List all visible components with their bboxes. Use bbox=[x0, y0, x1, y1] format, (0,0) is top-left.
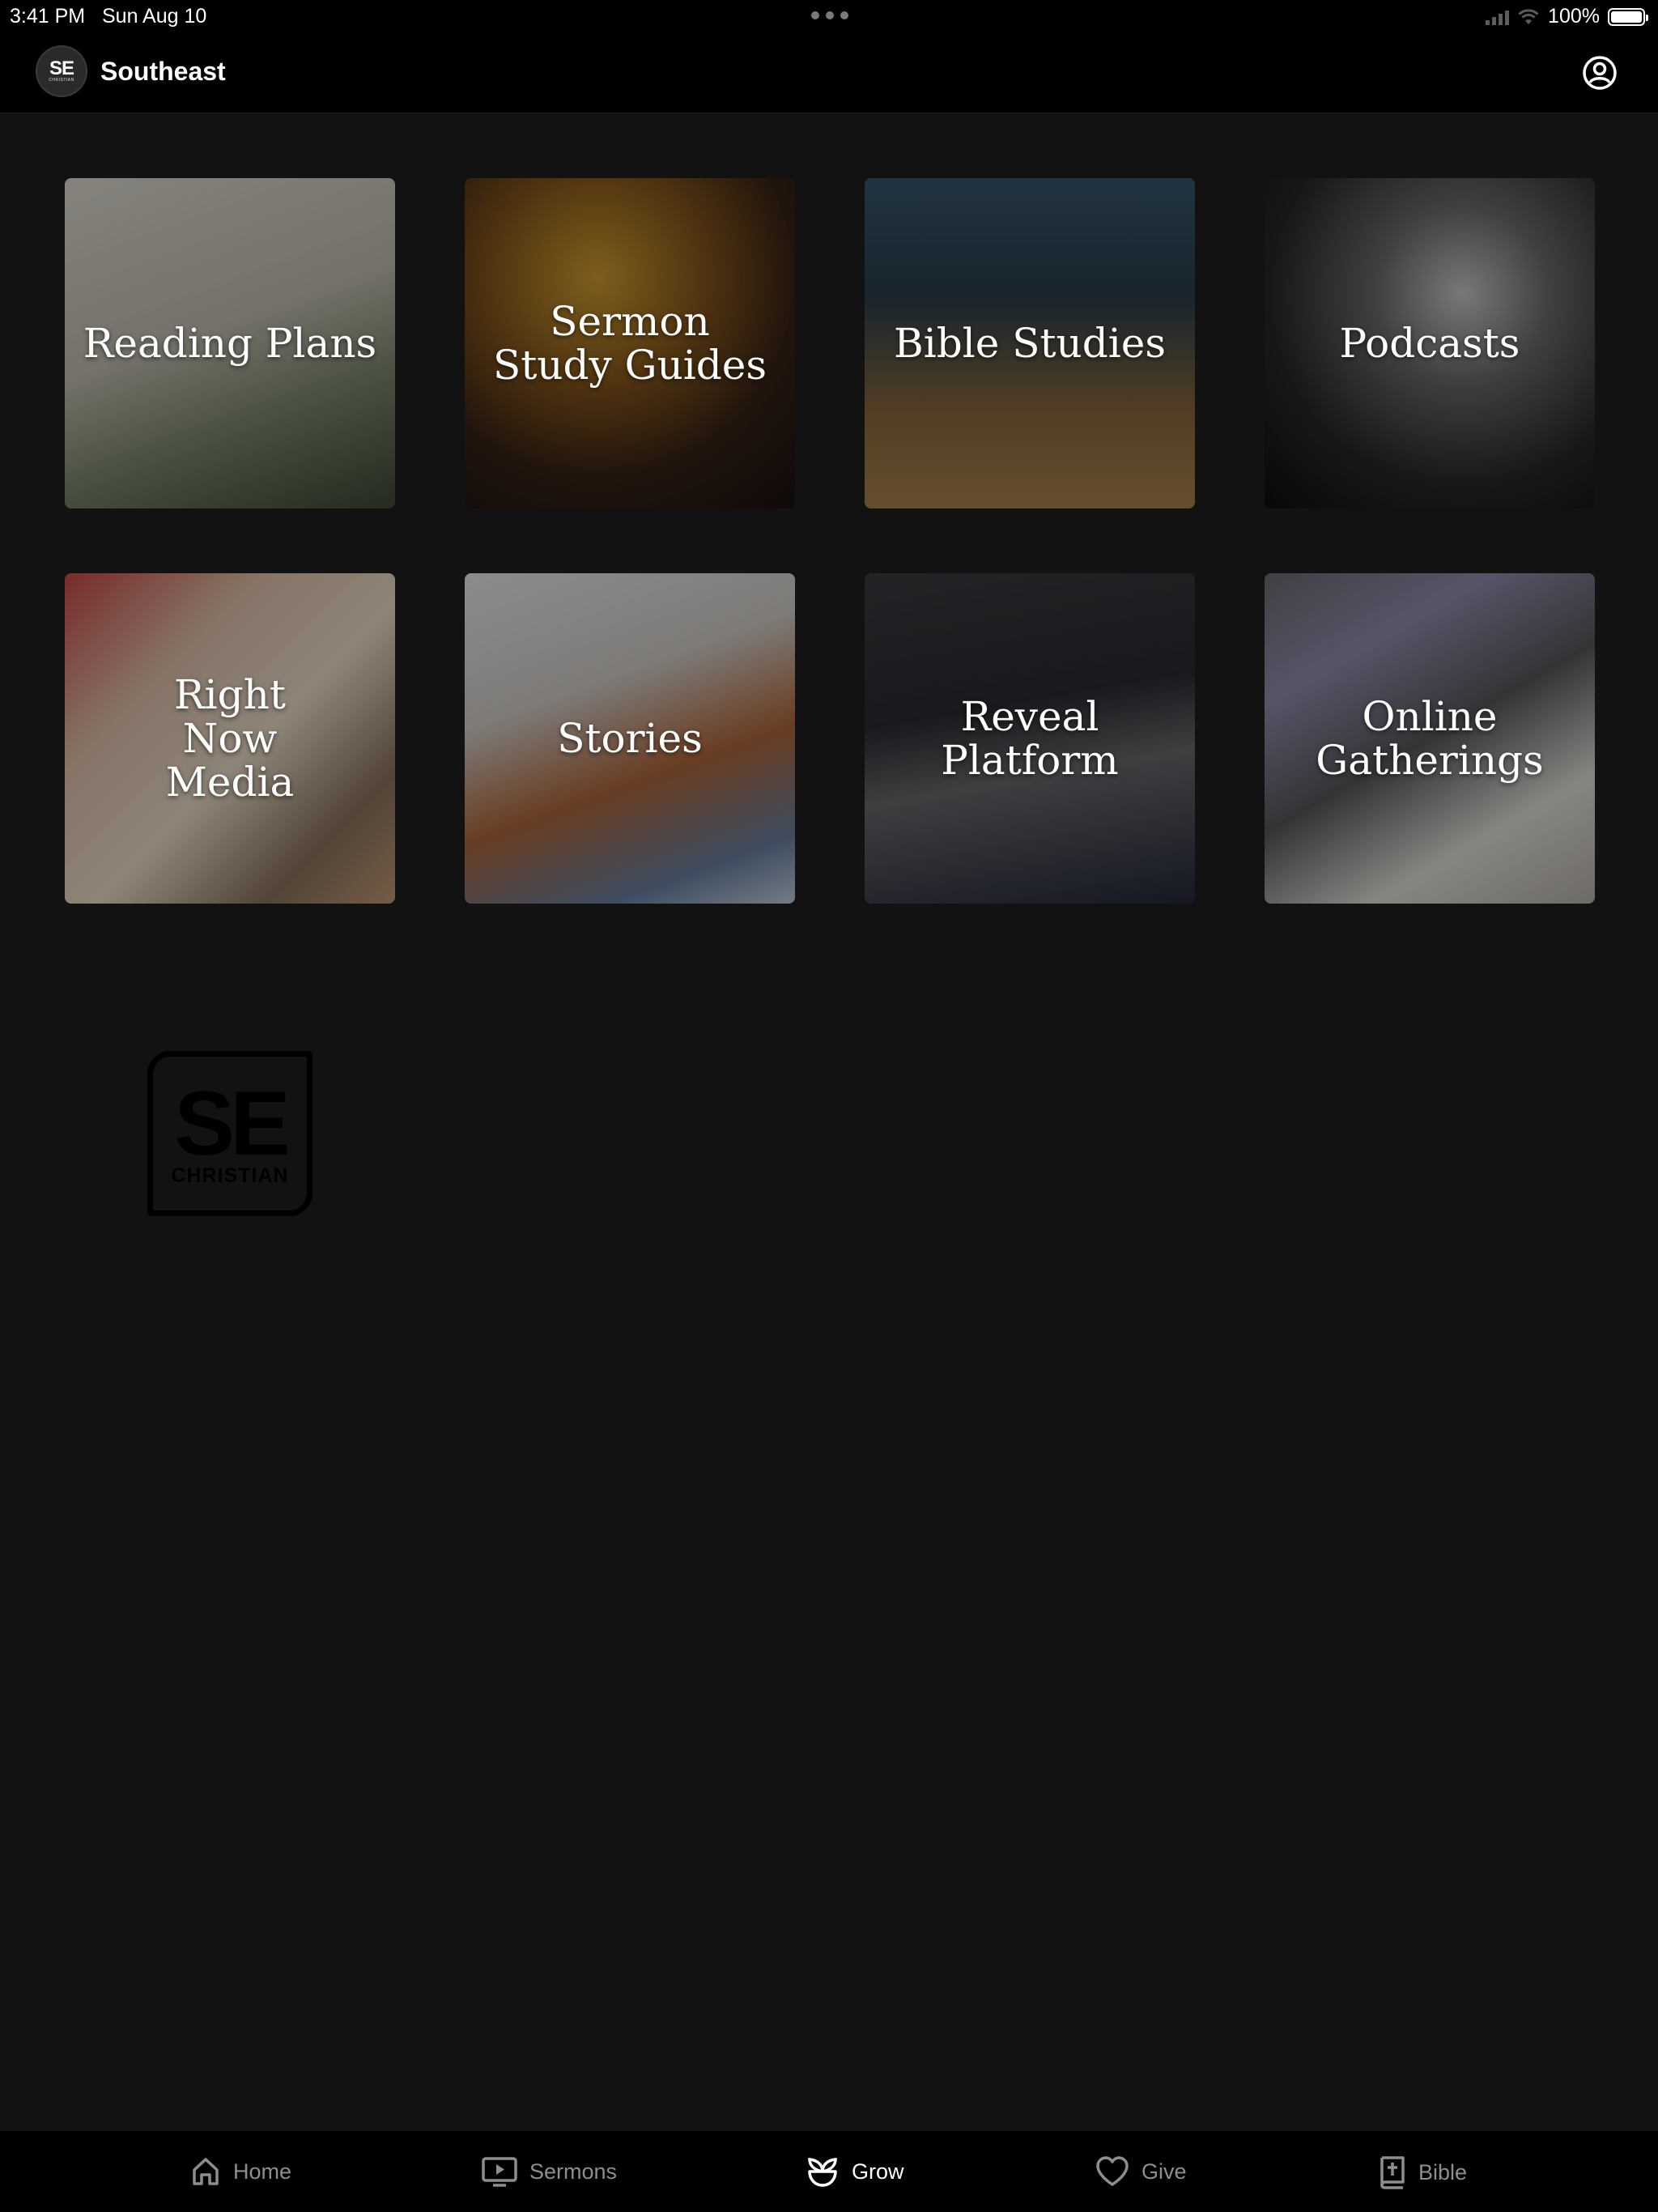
logo-subtext: CHRISTIAN bbox=[49, 78, 74, 83]
bible-icon bbox=[1380, 2156, 1405, 2189]
tile-bible-studies[interactable]: Bible Studies bbox=[865, 178, 1195, 508]
church-logo[interactable]: SE CHRISTIAN bbox=[36, 45, 87, 97]
tile-label: Podcasts bbox=[1339, 320, 1520, 367]
tile-reading-plans[interactable]: Reading Plans bbox=[65, 178, 395, 508]
battery-percent: 100% bbox=[1548, 5, 1600, 28]
footer-logo-subtext: CHRISTIAN bbox=[171, 1163, 289, 1187]
user-circle-icon bbox=[1583, 56, 1617, 90]
tile-label: Online Gatherings bbox=[1316, 693, 1544, 784]
tab-label: Give bbox=[1141, 2159, 1187, 2184]
grow-tile-grid: Reading Plans Sermon Study Guides Bible … bbox=[65, 178, 1595, 904]
tab-home[interactable]: Home bbox=[189, 2155, 291, 2188]
app-header: SE CHRISTIAN Southeast bbox=[0, 32, 1658, 113]
tile-label: Sermon Study Guides bbox=[492, 298, 767, 389]
tile-right-now-media[interactable]: Right Now Media bbox=[65, 573, 395, 904]
tile-online-gatherings[interactable]: Online Gatherings bbox=[1265, 573, 1595, 904]
multitasking-dots-icon[interactable] bbox=[811, 11, 848, 19]
tab-label: Grow bbox=[852, 2159, 904, 2184]
tab-give[interactable]: Give bbox=[1095, 2155, 1187, 2188]
profile-button[interactable] bbox=[1582, 55, 1618, 91]
tab-grow[interactable]: Grow bbox=[805, 2155, 904, 2188]
tile-label: Right Now Media bbox=[165, 671, 295, 806]
wifi-icon bbox=[1518, 8, 1539, 24]
status-indicators: 100% bbox=[1486, 5, 1648, 28]
tile-reveal-platform[interactable]: Reveal Platform bbox=[865, 573, 1195, 904]
sprout-icon bbox=[808, 2158, 837, 2187]
tab-bible[interactable]: Bible bbox=[1376, 2155, 1467, 2189]
tab-sermons[interactable]: Sermons bbox=[481, 2155, 617, 2188]
home-icon bbox=[193, 2158, 219, 2185]
tile-label: Stories bbox=[557, 715, 703, 762]
se-christian-logo: SE CHRISTIAN bbox=[147, 1051, 312, 1216]
battery-icon bbox=[1608, 7, 1648, 26]
tab-label: Bible bbox=[1418, 2159, 1468, 2184]
tab-label: Home bbox=[233, 2159, 292, 2184]
tile-podcasts[interactable]: Podcasts bbox=[1265, 178, 1595, 508]
status-bar: 3:41 PM Sun Aug 10 100% bbox=[0, 0, 1658, 32]
cellular-signal-icon bbox=[1486, 9, 1510, 25]
tile-label: Reading Plans bbox=[83, 320, 377, 367]
page-title: Southeast bbox=[100, 57, 226, 86]
tile-label: Bible Studies bbox=[893, 320, 1166, 367]
heart-icon bbox=[1096, 2156, 1129, 2186]
status-date: Sun Aug 10 bbox=[102, 5, 207, 28]
tab-label: Sermons bbox=[529, 2159, 618, 2184]
logo-text: SE bbox=[49, 57, 74, 79]
tab-bar: Home Sermons Grow Give Bible bbox=[0, 2131, 1658, 2212]
tile-label: Reveal Platform bbox=[941, 693, 1119, 784]
tile-sermon-study-guides[interactable]: Sermon Study Guides bbox=[465, 178, 795, 508]
status-time: 3:41 PM bbox=[10, 5, 86, 28]
tile-stories[interactable]: Stories bbox=[465, 573, 795, 904]
footer-logo-text: SE bbox=[174, 1072, 290, 1174]
tv-play-icon bbox=[482, 2157, 517, 2187]
